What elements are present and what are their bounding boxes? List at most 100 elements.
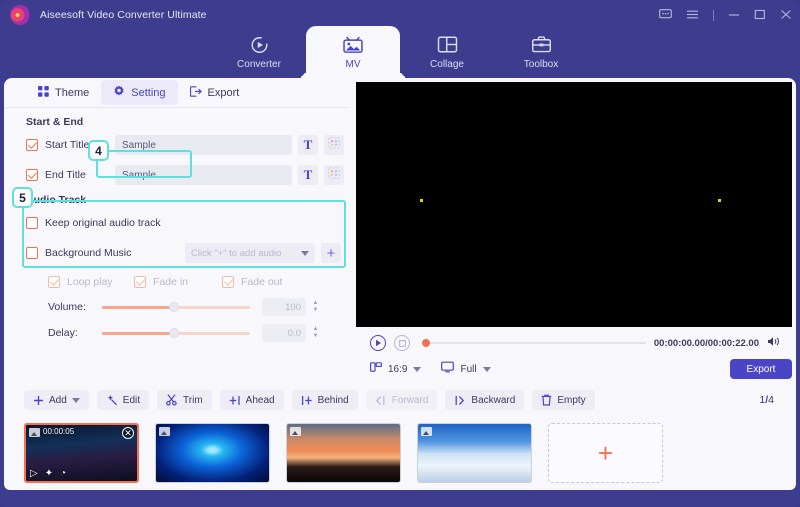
delay-slider-knob[interactable] bbox=[168, 328, 179, 338]
nav-label-collage: Collage bbox=[430, 59, 464, 70]
menu-icon[interactable] bbox=[686, 9, 699, 22]
screen-icon bbox=[441, 360, 455, 378]
end-title-input[interactable] bbox=[115, 165, 292, 185]
media-type-icon bbox=[421, 427, 432, 436]
time-display: 00:00:00.00/00:00:22.00 bbox=[653, 337, 759, 349]
plus-icon bbox=[34, 395, 43, 405]
volume-label: Volume: bbox=[48, 301, 86, 313]
ahead-button-label: Ahead bbox=[245, 394, 275, 406]
forward-button[interactable]: Forward bbox=[365, 390, 438, 410]
end-title-color-button[interactable] bbox=[324, 165, 344, 185]
maximize-icon[interactable] bbox=[754, 9, 766, 22]
background-music-checkbox[interactable] bbox=[26, 247, 38, 259]
row-keep-original: Keep original audio track bbox=[4, 210, 350, 236]
audio-toggles: Loop play Fade in Fade out bbox=[4, 270, 350, 294]
stepper-up-icon[interactable]: ▲ bbox=[313, 300, 319, 307]
delay-value[interactable]: 0.0 bbox=[262, 324, 306, 342]
tab-label-export: Export bbox=[207, 86, 240, 99]
volume-slider-knob[interactable] bbox=[168, 302, 179, 312]
empty-button[interactable]: Empty bbox=[532, 390, 595, 410]
aspect-chevron-down-icon[interactable] bbox=[413, 366, 422, 372]
section-audio-track-label: Audio Track bbox=[26, 194, 87, 206]
tab-export[interactable]: Export bbox=[178, 81, 252, 105]
playback-row: 00:00:00.00/00:00:22.00 bbox=[356, 330, 792, 356]
magic-wand-icon[interactable]: ✦ bbox=[45, 468, 53, 479]
nav-item-converter[interactable]: Converter bbox=[212, 26, 306, 78]
color-palette-icon bbox=[328, 136, 340, 154]
feedback-icon[interactable] bbox=[659, 8, 672, 22]
stepper-down-icon[interactable]: ▼ bbox=[313, 307, 319, 314]
thumb-mountain[interactable] bbox=[417, 423, 532, 483]
add-audio-button[interactable]: + bbox=[321, 243, 341, 263]
minimize-icon[interactable] bbox=[728, 9, 740, 22]
keep-original-label: Keep original audio track bbox=[45, 217, 161, 229]
section-start-end-label: Start & End bbox=[26, 116, 84, 128]
nav-item-toolbox[interactable]: Toolbox bbox=[494, 26, 588, 78]
nav-item-mv[interactable]: MV bbox=[306, 26, 400, 78]
screen-value[interactable]: Full bbox=[460, 364, 476, 375]
delay-stepper[interactable]: ▲ ▼ bbox=[309, 324, 322, 342]
toggle-loop-play[interactable]: Loop play bbox=[48, 276, 134, 288]
thumbnail-strip: 00:00:05 ✕ ▷ ✦ ◔ + bbox=[4, 416, 796, 490]
thumb-sunset[interactable] bbox=[286, 423, 401, 483]
thumb-blue-abstract[interactable] bbox=[155, 423, 270, 483]
ahead-button[interactable]: Ahead bbox=[219, 390, 284, 410]
volume-stepper[interactable]: ▲ ▼ bbox=[309, 298, 322, 316]
keep-original-checkbox[interactable] bbox=[26, 217, 38, 229]
start-title-input[interactable] bbox=[115, 135, 292, 155]
video-preview[interactable] bbox=[356, 82, 792, 327]
fade-out-checkbox[interactable] bbox=[222, 276, 234, 288]
settings-pane: Theme Setting Export Start & End Start T… bbox=[4, 78, 350, 378]
edit-button[interactable]: Edit bbox=[96, 390, 150, 410]
step-badge-5: 5 bbox=[12, 187, 33, 208]
backward-button[interactable]: Backward bbox=[445, 390, 525, 410]
thumb-city-night[interactable]: 00:00:05 ✕ ▷ ✦ ◔ bbox=[24, 423, 139, 483]
media-type-icon bbox=[159, 427, 170, 436]
stop-icon[interactable] bbox=[394, 335, 410, 351]
fade-in-checkbox[interactable] bbox=[134, 276, 146, 288]
text-style-icon: T bbox=[303, 137, 313, 152]
add-chevron-down-icon[interactable] bbox=[71, 397, 80, 403]
close-icon[interactable] bbox=[780, 9, 792, 22]
nav-label-mv: MV bbox=[345, 59, 361, 70]
preview-dot-left bbox=[420, 199, 423, 202]
volume-value[interactable]: 100 bbox=[262, 298, 306, 316]
end-title-checkbox[interactable] bbox=[26, 169, 38, 181]
toggle-fade-in[interactable]: Fade in bbox=[134, 276, 222, 288]
start-title-checkbox[interactable] bbox=[26, 139, 38, 151]
backward-button-label: Backward bbox=[471, 394, 516, 406]
add-button[interactable]: Add bbox=[24, 390, 89, 410]
screen-chevron-down-icon[interactable] bbox=[482, 366, 491, 372]
play-icon[interactable] bbox=[370, 335, 386, 351]
theme-grid-icon bbox=[38, 85, 49, 100]
volume-slider[interactable] bbox=[102, 302, 250, 312]
loop-play-label: Loop play bbox=[67, 276, 113, 288]
tab-label-theme: Theme bbox=[55, 86, 90, 99]
start-title-color-button[interactable] bbox=[324, 135, 344, 155]
thumb-remove-button[interactable]: ✕ bbox=[122, 427, 134, 439]
loop-play-checkbox[interactable] bbox=[48, 276, 60, 288]
add-media-tile[interactable]: + bbox=[548, 423, 663, 483]
clock-icon[interactable]: ◔ bbox=[60, 468, 66, 479]
seek-handle[interactable] bbox=[422, 339, 430, 347]
aspect-ratio-value[interactable]: 16:9 bbox=[388, 364, 407, 375]
audio-select[interactable]: Click "+" to add audio bbox=[185, 243, 315, 263]
move-forward-icon bbox=[375, 395, 385, 405]
end-title-font-button[interactable]: T bbox=[298, 165, 318, 185]
seek-bar[interactable] bbox=[422, 339, 646, 347]
toggle-fade-out[interactable]: Fade out bbox=[222, 276, 282, 288]
page-counter: 1/4 bbox=[759, 394, 774, 406]
export-button[interactable]: Export bbox=[730, 359, 792, 379]
behind-button[interactable]: Behind bbox=[291, 390, 358, 410]
trim-button[interactable]: Trim bbox=[157, 390, 212, 410]
start-title-font-button[interactable]: T bbox=[298, 135, 318, 155]
nav-item-collage[interactable]: Collage bbox=[400, 26, 494, 78]
tab-setting[interactable]: Setting bbox=[101, 80, 178, 105]
play-icon[interactable]: ▷ bbox=[30, 468, 38, 479]
tab-theme[interactable]: Theme bbox=[26, 81, 101, 105]
volume-icon[interactable] bbox=[767, 334, 780, 352]
stepper-up-icon[interactable]: ▲ bbox=[313, 326, 319, 333]
preview-dot-right bbox=[718, 199, 721, 202]
stepper-down-icon[interactable]: ▼ bbox=[313, 333, 319, 340]
delay-slider[interactable] bbox=[102, 328, 250, 338]
